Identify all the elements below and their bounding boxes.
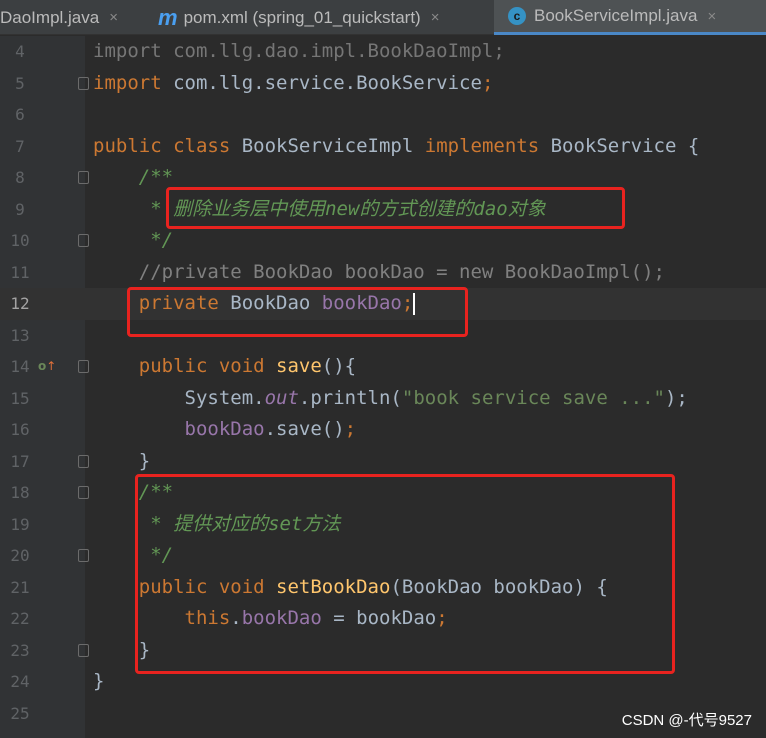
fold-marker-icon[interactable]	[78, 643, 89, 657]
fold-marker-icon[interactable]	[78, 486, 89, 499]
line-number: 20	[10, 546, 30, 565]
line-number: 4	[15, 42, 25, 61]
tab-pom-xml[interactable]: m pom.xml (spring_01_quickstart) ×	[158, 0, 488, 35]
code-line: 16 bookDao.save();	[0, 414, 766, 446]
code-text: public void save(){	[93, 355, 357, 377]
tab-label: DaoImpl.java	[0, 7, 100, 27]
code-text: //private BookDao bookDao = new BookDaoI…	[93, 260, 665, 283]
line-number: 19	[10, 514, 30, 534]
line-number: 24	[10, 672, 30, 691]
close-icon[interactable]: ×	[431, 9, 440, 26]
line-number: 7	[15, 136, 25, 156]
code-line: 10 */	[0, 225, 766, 257]
code-text: public class BookServiceImpl implements …	[93, 134, 700, 157]
implements-method-icon[interactable]: o↑	[38, 359, 56, 373]
line-number: 17	[10, 451, 30, 471]
code-line: 7 public class BookServiceImpl implement…	[0, 131, 766, 163]
tab-label: BookServiceImpl.java	[534, 6, 698, 25]
code-line: 15 System.out.println("book service save…	[0, 383, 766, 415]
line-number: 11	[10, 262, 30, 282]
code-text: */	[93, 229, 174, 251]
code-text: }	[93, 449, 151, 472]
editor-tab-bar: DaoImpl.java × m pom.xml (spring_01_quic…	[0, 0, 766, 35]
tab-label: pom.xml (spring_01_quickstart)	[183, 7, 421, 27]
line-number: 15	[10, 388, 30, 408]
code-line: 4 import com.llg.dao.impl.BookDaoImpl;	[0, 36, 766, 68]
code-line: 11 //private BookDao bookDao = new BookD…	[0, 257, 766, 289]
code-text: import com.llg.dao.impl.BookDaoImpl;	[93, 40, 505, 62]
code-text: bookDao.save();	[93, 418, 357, 440]
maven-icon: m	[158, 4, 178, 30]
line-number: 14	[10, 357, 30, 376]
highlight-box-comment	[166, 187, 625, 229]
highlight-box-setter	[135, 474, 675, 674]
code-text: System.out.println("book service save ..…	[93, 386, 688, 409]
tab-dao-impl[interactable]: DaoImpl.java ×	[0, 0, 150, 35]
line-number: 23	[10, 640, 30, 660]
line-number: 8	[15, 168, 25, 187]
close-icon[interactable]: ×	[707, 8, 716, 25]
fold-marker-icon[interactable]	[78, 76, 89, 90]
fold-marker-icon[interactable]	[78, 171, 89, 184]
line-number: 22	[10, 609, 30, 628]
code-line: 6	[0, 99, 766, 131]
code-line: 17 }	[0, 446, 766, 478]
code-line: 14 public void save(){	[0, 351, 766, 383]
line-number: 9	[15, 199, 25, 219]
fold-marker-icon[interactable]	[78, 454, 89, 468]
code-line: 5 import com.llg.service.BookService;	[0, 68, 766, 100]
line-number: 21	[10, 577, 30, 597]
line-number: 13	[10, 325, 30, 345]
line-number: 16	[10, 420, 30, 439]
line-number: 6	[15, 105, 25, 124]
highlight-box-field	[127, 287, 468, 337]
fold-marker-icon[interactable]	[78, 234, 89, 247]
line-number: 12	[10, 294, 30, 313]
code-text: }	[93, 670, 105, 692]
fold-marker-icon[interactable]	[78, 549, 89, 562]
line-number: 18	[10, 483, 30, 502]
line-number: 25	[10, 703, 30, 723]
tab-book-service-impl[interactable]: c BookServiceImpl.java ×	[494, 0, 766, 35]
java-class-icon: c	[508, 7, 526, 25]
fold-marker-icon[interactable]	[78, 360, 89, 373]
watermark-text: CSDN @-代号9527	[621, 712, 752, 729]
close-icon[interactable]: ×	[109, 9, 118, 26]
line-number: 10	[10, 231, 30, 250]
line-number: 5	[15, 73, 25, 93]
code-text: import com.llg.service.BookService;	[93, 71, 494, 94]
code-text: /**	[93, 166, 174, 188]
